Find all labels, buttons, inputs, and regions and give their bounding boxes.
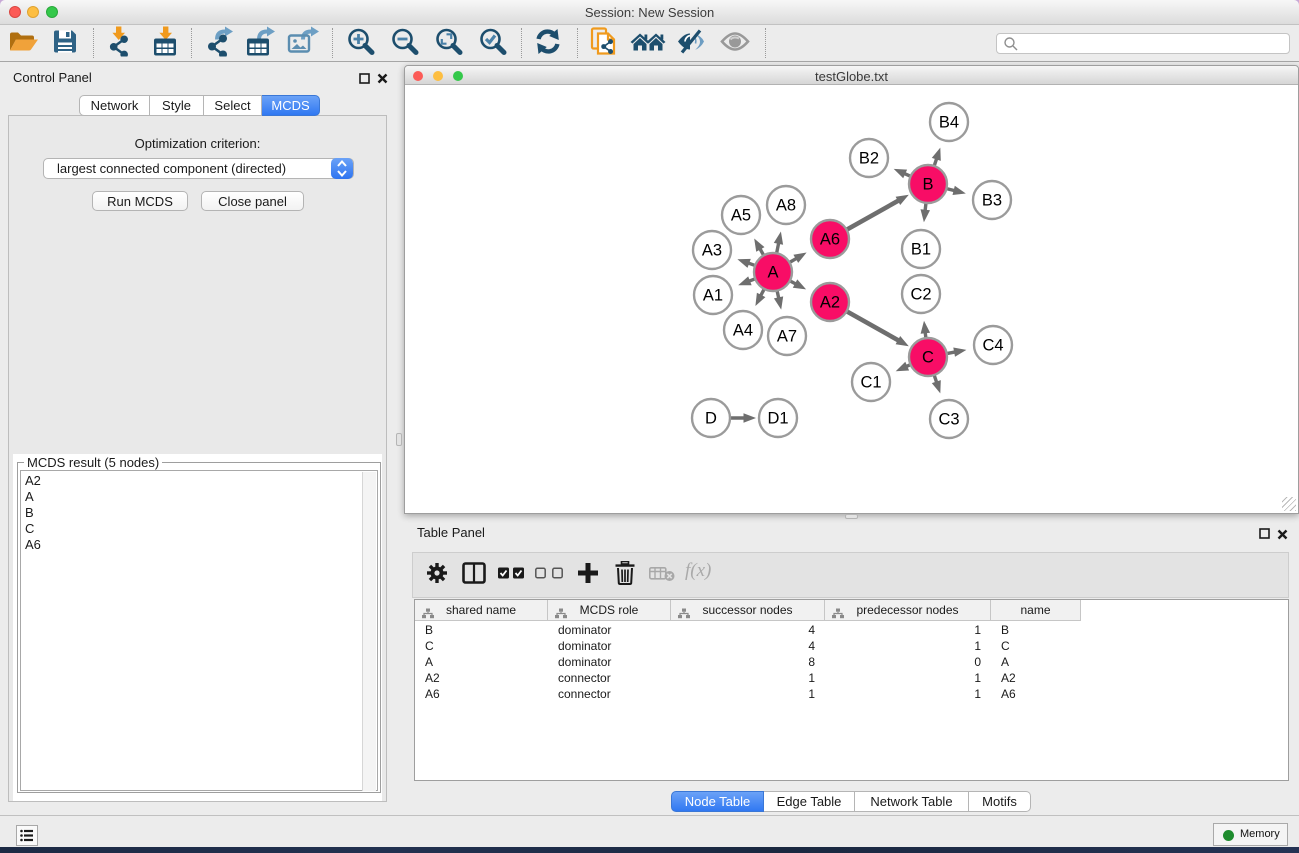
svg-text:B4: B4 bbox=[939, 114, 959, 132]
svg-text:D1: D1 bbox=[767, 410, 788, 428]
svg-text:C2: C2 bbox=[910, 286, 931, 304]
svg-text:B3: B3 bbox=[982, 192, 1002, 210]
svg-text:C1: C1 bbox=[860, 374, 881, 392]
svg-text:B: B bbox=[922, 176, 933, 194]
svg-text:C3: C3 bbox=[938, 411, 959, 429]
svg-text:D: D bbox=[705, 410, 717, 428]
svg-text:A1: A1 bbox=[703, 287, 723, 305]
svg-text:A2: A2 bbox=[820, 294, 840, 312]
svg-text:A4: A4 bbox=[733, 322, 753, 340]
svg-text:B2: B2 bbox=[859, 150, 879, 168]
svg-text:C: C bbox=[922, 349, 934, 367]
svg-text:A8: A8 bbox=[776, 197, 796, 215]
svg-text:C4: C4 bbox=[982, 337, 1003, 355]
svg-text:A6: A6 bbox=[820, 231, 840, 249]
svg-text:A: A bbox=[767, 264, 778, 282]
svg-text:A5: A5 bbox=[731, 207, 751, 225]
svg-text:A3: A3 bbox=[702, 242, 722, 260]
svg-text:A7: A7 bbox=[777, 328, 797, 346]
svg-text:B1: B1 bbox=[911, 241, 931, 259]
